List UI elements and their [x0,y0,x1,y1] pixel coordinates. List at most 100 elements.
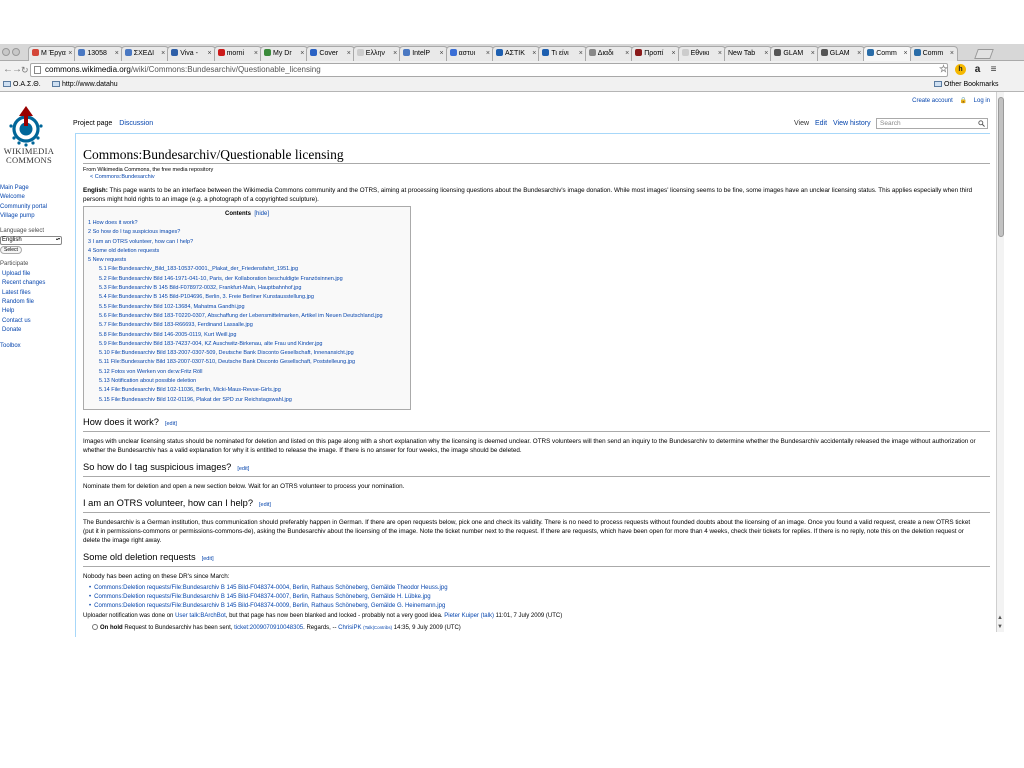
sidebar-item-upload-file[interactable]: Upload file [0,270,68,279]
search-icon[interactable] [978,120,985,127]
create-account-link[interactable]: Create account [912,98,953,104]
sidebar-item-contact-us[interactable]: Contact us [0,317,68,326]
browser-tab[interactable]: αστυι × [445,46,494,61]
toc-item[interactable]: 5.7 File:Bundesarchiv Bild 183-R66693, F… [88,321,406,330]
window-close-button[interactable] [2,48,10,56]
close-tab-icon[interactable]: × [115,47,119,60]
toc-item[interactable]: 5.8 File:Bundesarchiv Bild 146-2005-0119… [88,331,406,340]
browser-tab[interactable]: Τι είνι × [538,46,587,61]
browser-tab[interactable]: New Tab × [724,46,773,61]
sidebar-item-toolbox[interactable]: Toolbox [0,342,68,351]
close-tab-icon[interactable]: × [579,47,583,60]
deletion-request-link[interactable]: Commons:Deletion requests/File:Bundesarc… [94,603,445,609]
close-tab-icon[interactable]: × [625,47,629,60]
toc-item[interactable]: 5.2 File:Bundesarchiv Bild 146-1971-041-… [88,275,406,284]
toc-item[interactable]: 5.5 File:Bundesarchiv Bild 102-13684, Ma… [88,303,406,312]
scroll-down-icon[interactable]: ▼ [996,623,1004,631]
amazon-icon[interactable]: a [972,64,983,75]
close-tab-icon[interactable]: × [347,47,351,60]
sidebar-item-welcome[interactable]: Welcome [0,193,68,202]
edit-link[interactable]: [edit] [165,421,177,427]
close-tab-icon[interactable]: × [254,47,258,60]
menu-icon[interactable]: ≡ [988,64,999,75]
browser-tab[interactable]: My Dr × [260,46,309,61]
toc-item[interactable]: 5.11 File:Bundesarchiv Bild 183-2007-030… [88,358,406,367]
toc-item[interactable]: 2 So how do I tag suspicious images? [88,228,406,237]
close-tab-icon[interactable]: × [857,47,861,60]
edit-link[interactable]: [edit] [237,466,249,472]
toc-item[interactable]: 5.3 File:Bundesarchiv B 145 Bild-F078972… [88,284,406,293]
browser-tab[interactable]: Viva - × [167,46,216,61]
reload-icon[interactable]: ↻ [21,63,29,77]
scroll-up-icon[interactable]: ▲ [996,614,1004,622]
close-tab-icon[interactable]: × [950,47,954,60]
wikimedia-commons-logo[interactable] [4,104,48,148]
close-tab-icon[interactable]: × [207,47,211,60]
search-input[interactable]: Search [876,118,988,129]
toc-item[interactable]: 5.13 Notification about possible deletio… [88,377,406,386]
sidebar-item-donate[interactable]: Donate [0,326,68,335]
tab-view[interactable]: View [794,120,809,127]
browser-tab[interactable]: M Έργα × [28,46,77,61]
browser-tab[interactable]: 13058 × [74,46,123,61]
browser-tab[interactable]: morni × [213,46,262,61]
browser-tab[interactable]: Comm × [909,46,958,61]
toc-item[interactable]: 5.14 File:Bundesarchiv Bild 102-11036, B… [88,386,406,395]
tab-view-history[interactable]: View history [833,120,871,127]
close-tab-icon[interactable]: × [811,47,815,60]
h-extension-icon[interactable]: h [955,64,966,75]
browser-tab[interactable]: GLAM × [770,46,819,61]
log-in-link[interactable]: 🔒 Log in [960,98,991,104]
toc-hide-link[interactable]: [hide] [254,211,269,217]
browser-tab[interactable]: IntelP × [399,46,448,61]
browser-tab[interactable]: Εθνικι × [677,46,726,61]
toc-item[interactable]: 5 New requests [88,256,406,265]
close-tab-icon[interactable]: × [300,47,304,60]
close-tab-icon[interactable]: × [161,47,165,60]
sidebar-item-help[interactable]: Help [0,307,68,316]
edit-link[interactable]: [edit] [202,556,214,562]
select-button[interactable]: Select [0,246,22,255]
language-select[interactable]: English [0,236,62,246]
toc-item[interactable]: 5.9 File:Bundesarchiv Bild 183-74237-004… [88,340,406,349]
star-icon[interactable]: ☆ [938,64,949,75]
browser-tab[interactable]: ΑΣΤΙΚ × [492,46,541,61]
close-tab-icon[interactable]: × [671,47,675,60]
toc-item[interactable]: 5.12 Fotos von Werken von de:w:Fritz Röl… [88,368,406,377]
browser-tab[interactable]: Cover × [306,46,355,61]
new-tab-button[interactable] [974,49,994,59]
toc-item[interactable]: 5.6 File:Bundesarchiv Bild 183-T0220-030… [88,312,406,321]
talk-link[interactable]: (talk) [481,613,494,619]
toc-item[interactable]: 5.4 File:Bundesarchiv B 145 Bild-P104696… [88,293,406,302]
toc-item[interactable]: 1 How does it work? [88,219,406,228]
scrollbar-thumb[interactable] [998,97,1004,237]
tab-project-page[interactable]: Project page [73,120,112,127]
deletion-request-link[interactable]: Commons:Deletion requests/File:Bundesarc… [94,585,447,591]
toc-item[interactable]: 5.1 File:Bundesarchiv_Bild_183-10537-000… [88,265,406,274]
sidebar-item-latest-files[interactable]: Latest files [0,289,68,298]
vertical-scrollbar[interactable] [996,92,1004,632]
edit-link[interactable]: [edit] [259,502,271,508]
browser-tab[interactable]: Ελλην × [352,46,402,61]
close-tab-icon[interactable]: × [764,47,768,60]
other-bookmarks[interactable]: Other Bookmarks [934,79,998,91]
talk-contribs-link[interactable]: (Talk|Contribs) [363,625,392,630]
ticket-link[interactable]: ticket:2009070910048305 [234,625,303,631]
sidebar-item-random-file[interactable]: Random file [0,298,68,307]
close-tab-icon[interactable]: × [718,47,722,60]
user-signature-link[interactable]: Pieter Kuiper [444,613,479,619]
deletion-request-link[interactable]: Commons:Deletion requests/File:Bundesarc… [94,594,431,600]
window-minimize-button[interactable] [12,48,20,56]
toc-item[interactable]: 5.15 File:Bundesarchiv Bild 102-01196, P… [88,396,406,405]
browser-tab[interactable]: Προπί × [631,46,680,61]
sidebar-item-main-page[interactable]: Main Page [0,184,68,193]
sidebar-item-community-portal[interactable]: Community portal [0,203,68,212]
sidebar-item-village-pump[interactable]: Village pump [0,212,68,221]
browser-tab[interactable]: Διαδι × [584,46,634,61]
close-tab-icon[interactable]: × [532,47,536,60]
user-talk-link[interactable]: User talk:BArchBot [175,613,226,619]
toc-item[interactable]: 5.10 File:Bundesarchiv Bild 183-2007-030… [88,349,406,358]
close-tab-icon[interactable]: × [439,47,443,60]
bookmark-item[interactable]: http://www.datahu [52,79,118,91]
close-tab-icon[interactable]: × [486,47,490,60]
